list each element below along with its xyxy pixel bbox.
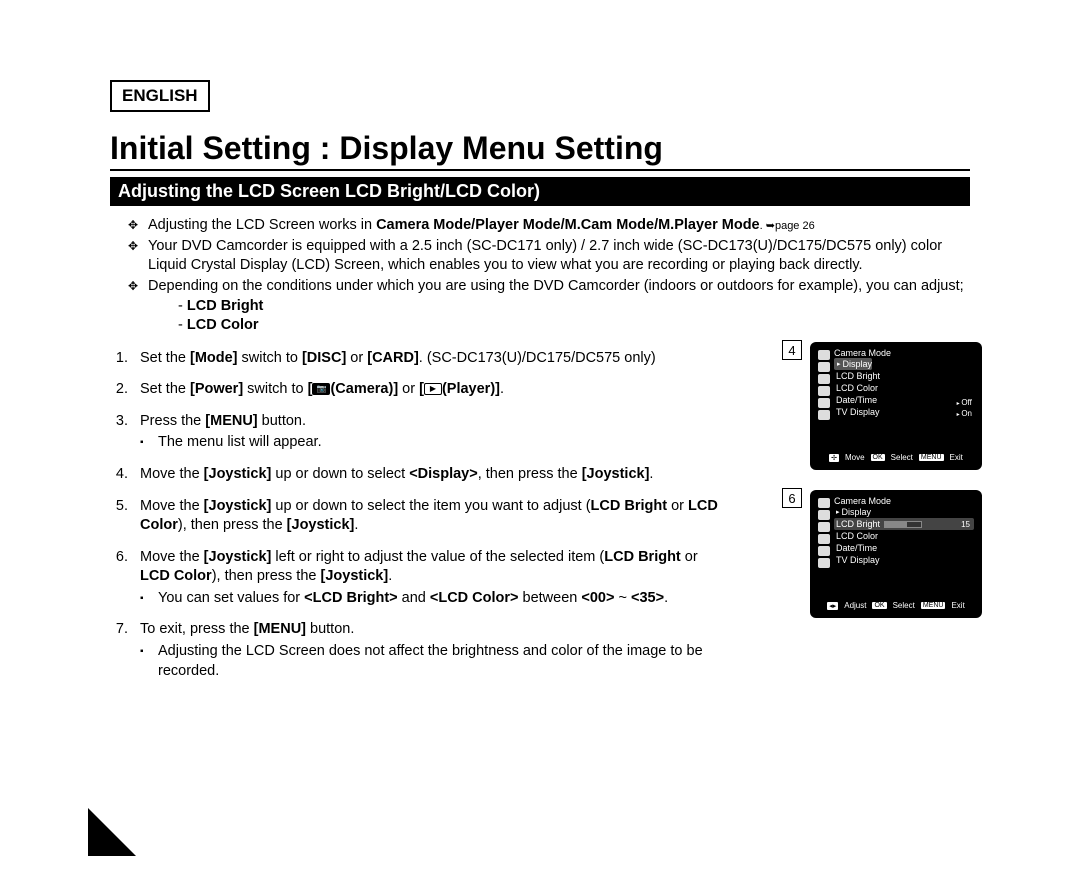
bullet-3: Depending on the conditions under which …: [128, 277, 970, 334]
language-label: ENGLISH: [110, 80, 210, 112]
lcd-item-selected: LCD Bright 15: [834, 518, 974, 530]
page-title: Initial Setting : Display Menu Setting: [110, 130, 970, 171]
lcd-screen-4: 4 Camera Mode ▸Display LCD Bright LCD Co…: [810, 342, 982, 470]
manual-page: ENGLISH Initial Setting : Display Menu S…: [0, 0, 1080, 886]
lcd-section: ▸Display: [834, 358, 872, 370]
lcd-icon: [818, 558, 830, 568]
step-3: Press the [MENU] button. The menu list w…: [132, 412, 730, 453]
bullet-1: Adjusting the LCD Screen works in Camera…: [128, 216, 970, 235]
lcd-section: ▸Display: [834, 506, 976, 518]
lcd-item: Date/Time: [834, 394, 976, 406]
page-number: 36: [52, 837, 66, 852]
lcd-mode: Camera Mode: [834, 348, 976, 358]
lcd-icon: [818, 362, 830, 372]
nav-icon: ◂▸: [827, 602, 838, 610]
lcd-right-options: Off On: [957, 398, 972, 418]
lcd-icon: [818, 350, 830, 360]
lcd-icon: [818, 386, 830, 396]
lcd-icon: [818, 498, 830, 508]
step-1: Set the [Mode] switch to [DISC] or [CARD…: [132, 349, 730, 369]
lcd-item: LCD Color: [834, 382, 976, 394]
section-heading: Adjusting the LCD Screen LCD Bright/LCD …: [110, 177, 970, 206]
lcd-screen-6: 6 Camera Mode ▸Display LCD Bright: [810, 490, 982, 618]
lcd-icon: [818, 510, 830, 520]
sub-item-color: LCD Color: [178, 316, 970, 335]
step-badge-6: 6: [782, 488, 802, 508]
step-badge-4: 4: [782, 340, 802, 360]
lcd-illustrations: 4 Camera Mode ▸Display LCD Bright LCD Co…: [810, 342, 982, 638]
lcd-item: Date/Time: [834, 542, 976, 554]
lcd-footer: ◂▸Adjust OKSelect MENUExit: [816, 601, 976, 610]
lcd-mode: Camera Mode: [834, 496, 976, 506]
player-icon: ▶: [424, 383, 442, 395]
camera-icon: 📷: [312, 383, 330, 395]
lcd-icon: [818, 398, 830, 408]
lcd-value: 15: [961, 520, 970, 529]
lcd-icon: [818, 546, 830, 556]
step-5: Move the [Joystick] up or down to select…: [132, 497, 730, 536]
steps-list: Set the [Mode] switch to [DISC] or [CARD…: [110, 349, 730, 681]
lcd-icon: [818, 374, 830, 384]
lcd-item: LCD Bright: [834, 370, 976, 382]
sub-item-bright: LCD Bright: [178, 297, 970, 316]
lcd-item: LCD Color: [834, 530, 976, 542]
lcd-icon: [818, 534, 830, 544]
step-2: Set the [Power] switch to [📷(Camera)] or…: [132, 380, 730, 400]
step-4: Move the [Joystick] up or down to select…: [132, 465, 730, 485]
lcd-item: TV Display: [834, 406, 976, 418]
step-6: Move the [Joystick] left or right to adj…: [132, 548, 730, 609]
page-number-corner: 36: [88, 808, 136, 856]
lcd-slider: [884, 521, 922, 528]
lcd-icon: [818, 522, 830, 532]
lcd-icon: [818, 410, 830, 420]
bullet-2: Your DVD Camcorder is equipped with a 2.…: [128, 237, 970, 275]
nav-icon: ✢: [829, 454, 839, 462]
lcd-footer: ✢Move OKSelect MENUExit: [816, 453, 976, 462]
step-7: To exit, press the [MENU] button. Adjust…: [132, 620, 730, 681]
lcd-item: TV Display: [834, 554, 976, 566]
